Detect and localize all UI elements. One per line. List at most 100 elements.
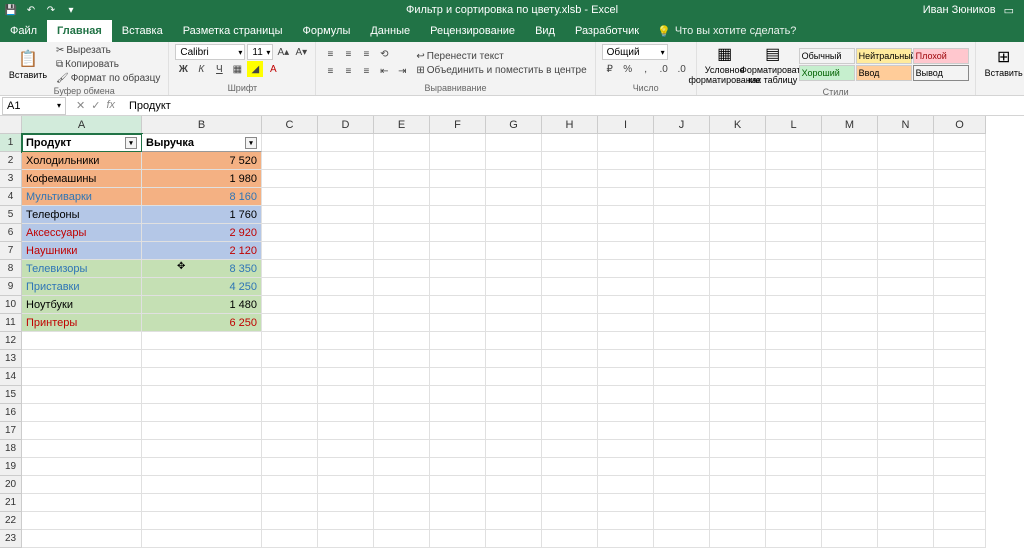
cell-I14[interactable] (598, 368, 654, 386)
cell-N12[interactable] (878, 332, 934, 350)
cell-B8[interactable]: 8 350 (142, 260, 262, 278)
cell-G9[interactable] (486, 278, 542, 296)
cell-N11[interactable] (878, 314, 934, 332)
cell-I15[interactable] (598, 386, 654, 404)
cell-C22[interactable] (262, 512, 318, 530)
cell-M8[interactable] (822, 260, 878, 278)
orientation-icon[interactable]: ⟲ (376, 47, 392, 63)
cell-D6[interactable] (318, 224, 374, 242)
save-icon[interactable]: 💾 (4, 3, 18, 17)
row-header-17[interactable]: 17 (0, 422, 22, 440)
cell-J2[interactable] (654, 152, 710, 170)
cell-E23[interactable] (374, 530, 430, 548)
cell-L17[interactable] (766, 422, 822, 440)
cell-N17[interactable] (878, 422, 934, 440)
cell-J9[interactable] (654, 278, 710, 296)
cell-D22[interactable] (318, 512, 374, 530)
cell-M14[interactable] (822, 368, 878, 386)
cell-G14[interactable] (486, 368, 542, 386)
cell-D15[interactable] (318, 386, 374, 404)
cell-J1[interactable] (654, 134, 710, 152)
cell-G1[interactable] (486, 134, 542, 152)
cell-L18[interactable] (766, 440, 822, 458)
cell-C23[interactable] (262, 530, 318, 548)
cell-F11[interactable] (430, 314, 486, 332)
cell-K19[interactable] (710, 458, 766, 476)
cell-D13[interactable] (318, 350, 374, 368)
cell-D11[interactable] (318, 314, 374, 332)
cell-L7[interactable] (766, 242, 822, 260)
cell-C11[interactable] (262, 314, 318, 332)
row-header-21[interactable]: 21 (0, 494, 22, 512)
cell-B19[interactable] (142, 458, 262, 476)
col-header-K[interactable]: K (710, 116, 766, 134)
cell-E20[interactable] (374, 476, 430, 494)
col-header-G[interactable]: G (486, 116, 542, 134)
cell-O6[interactable] (934, 224, 986, 242)
cell-K3[interactable] (710, 170, 766, 188)
cell-E22[interactable] (374, 512, 430, 530)
cell-H15[interactable] (542, 386, 598, 404)
cell-A23[interactable] (22, 530, 142, 548)
cell-N13[interactable] (878, 350, 934, 368)
col-header-L[interactable]: L (766, 116, 822, 134)
cell-H7[interactable] (542, 242, 598, 260)
cell-E13[interactable] (374, 350, 430, 368)
cell-K9[interactable] (710, 278, 766, 296)
cell-E7[interactable] (374, 242, 430, 260)
cell-L8[interactable] (766, 260, 822, 278)
row-header-11[interactable]: 11 (0, 314, 22, 332)
cell-O16[interactable] (934, 404, 986, 422)
number-format-select[interactable]: Общий (602, 44, 668, 60)
row-header-6[interactable]: 6 (0, 224, 22, 242)
cell-I12[interactable] (598, 332, 654, 350)
cell-F3[interactable] (430, 170, 486, 188)
cell-C10[interactable] (262, 296, 318, 314)
cell-C9[interactable] (262, 278, 318, 296)
cell-O10[interactable] (934, 296, 986, 314)
cell-I2[interactable] (598, 152, 654, 170)
style-normal[interactable]: Обычный (799, 48, 855, 64)
cell-B14[interactable] (142, 368, 262, 386)
cell-J21[interactable] (654, 494, 710, 512)
align-bottom-icon[interactable]: ≡ (358, 47, 374, 63)
cell-F19[interactable] (430, 458, 486, 476)
cell-K13[interactable] (710, 350, 766, 368)
cell-D1[interactable] (318, 134, 374, 152)
cell-C21[interactable] (262, 494, 318, 512)
bold-button[interactable]: Ж (175, 61, 191, 77)
cell-K4[interactable] (710, 188, 766, 206)
cell-A6[interactable]: Аксессуары (22, 224, 142, 242)
row-header-4[interactable]: 4 (0, 188, 22, 206)
cell-N14[interactable] (878, 368, 934, 386)
cell-H5[interactable] (542, 206, 598, 224)
tab-home[interactable]: Главная (47, 20, 112, 42)
cell-B10[interactable]: 1 480 (142, 296, 262, 314)
underline-button[interactable]: Ч (211, 61, 227, 77)
cell-B4[interactable]: 8 160 (142, 188, 262, 206)
cell-H14[interactable] (542, 368, 598, 386)
cell-F13[interactable] (430, 350, 486, 368)
cell-F9[interactable] (430, 278, 486, 296)
cell-B12[interactable] (142, 332, 262, 350)
cell-B11[interactable]: 6 250 (142, 314, 262, 332)
cell-H18[interactable] (542, 440, 598, 458)
cell-G4[interactable] (486, 188, 542, 206)
cell-O21[interactable] (934, 494, 986, 512)
decrease-indent-icon[interactable]: ⇤ (376, 64, 392, 80)
cell-G8[interactable] (486, 260, 542, 278)
select-all-corner[interactable] (0, 116, 22, 134)
cell-J3[interactable] (654, 170, 710, 188)
cut-button[interactable]: ✂Вырезать (54, 44, 162, 57)
cell-H12[interactable] (542, 332, 598, 350)
cell-E9[interactable] (374, 278, 430, 296)
cell-L5[interactable] (766, 206, 822, 224)
cell-G2[interactable] (486, 152, 542, 170)
tab-view[interactable]: Вид (525, 20, 565, 42)
cell-I11[interactable] (598, 314, 654, 332)
cell-N7[interactable] (878, 242, 934, 260)
cell-O11[interactable] (934, 314, 986, 332)
cell-J19[interactable] (654, 458, 710, 476)
cell-J11[interactable] (654, 314, 710, 332)
row-header-22[interactable]: 22 (0, 512, 22, 530)
